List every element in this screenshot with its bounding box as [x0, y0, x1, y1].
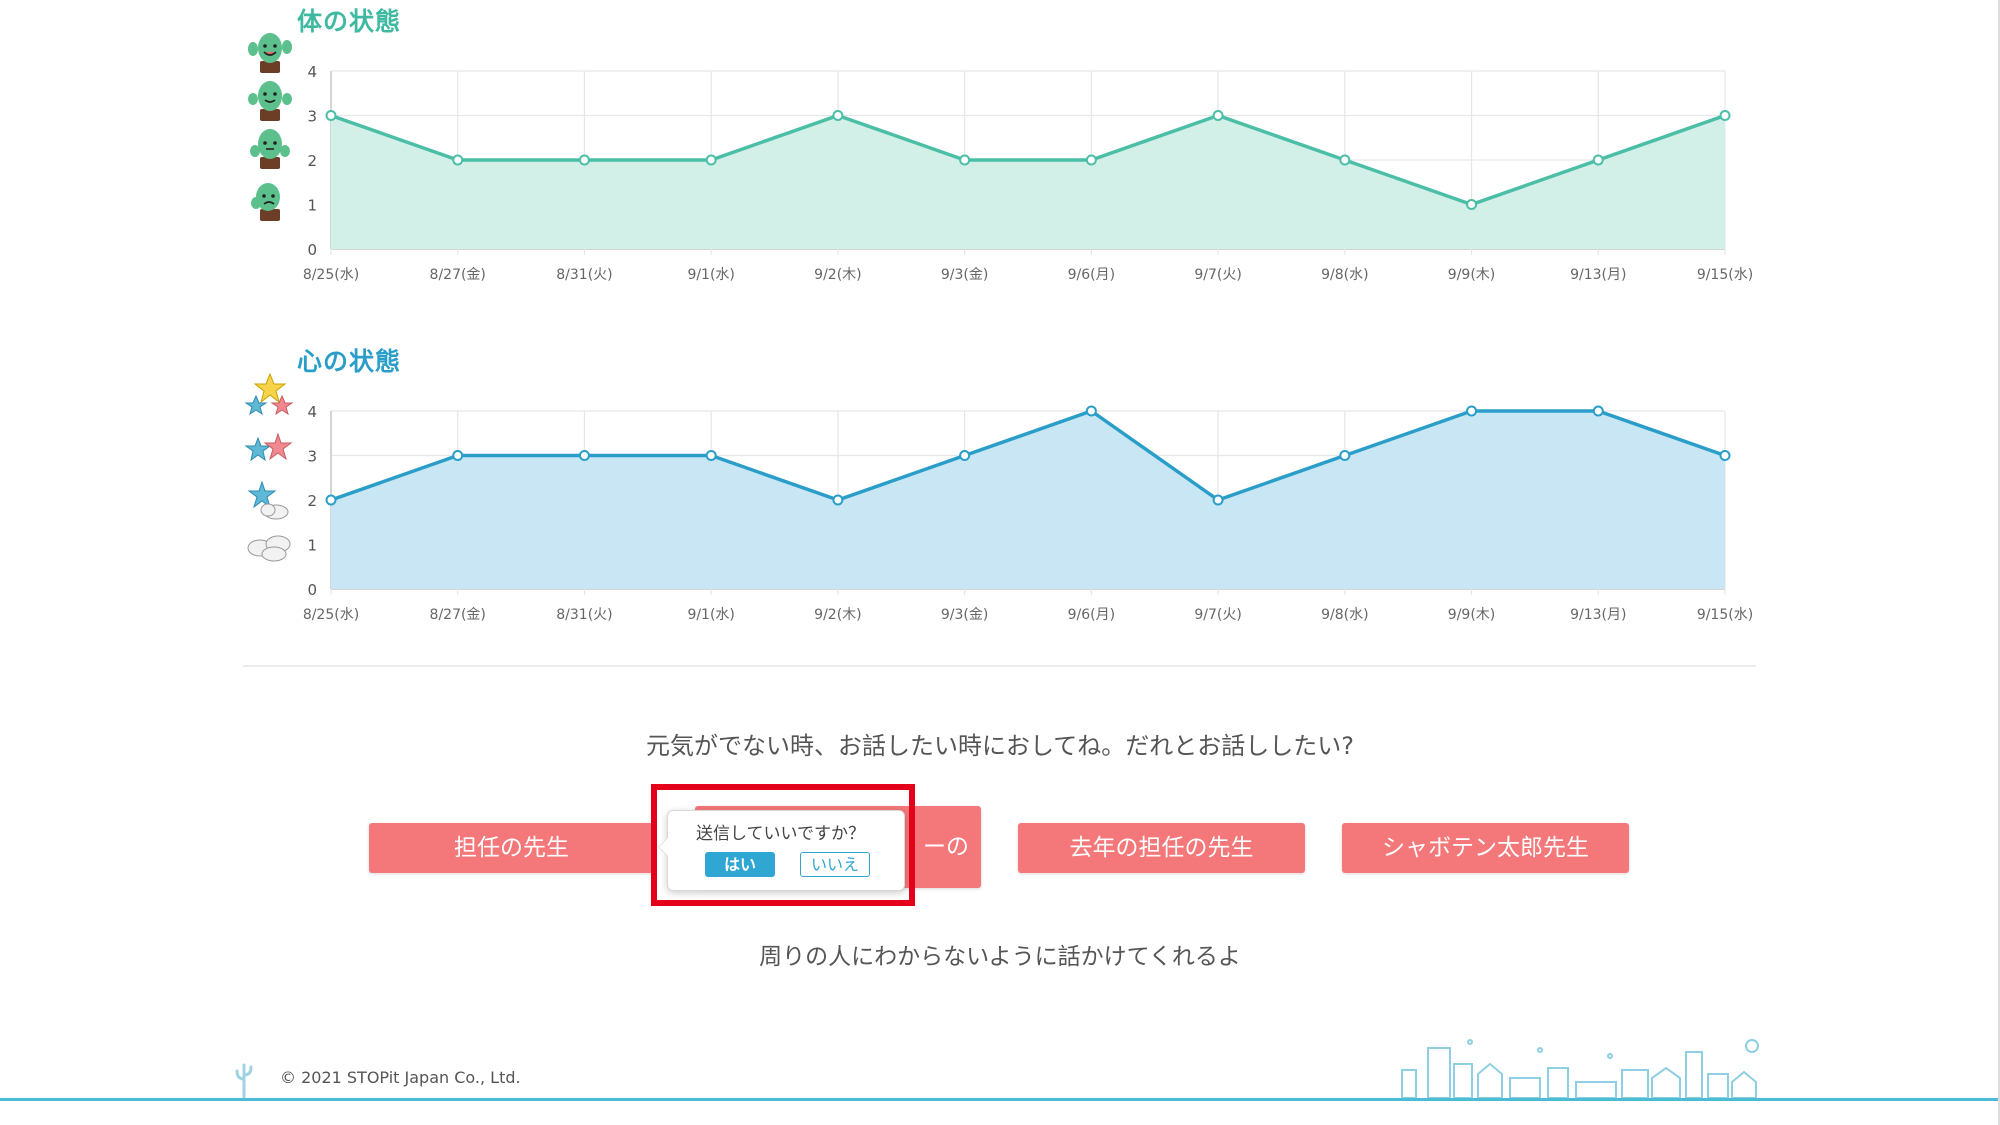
x-tick-label: 8/27(金) [430, 607, 486, 623]
privacy-note: 周りの人にわからないように話かけてくれるよ [759, 944, 1241, 970]
clouds-icon [247, 535, 291, 562]
y-tick-label: 1 [307, 537, 317, 555]
x-tick-label: 8/31(火) [556, 607, 612, 623]
x-tick-label: 9/1(水) [687, 267, 734, 283]
three-stars-icon [244, 372, 294, 416]
section-divider [243, 665, 1756, 667]
mind-icons-column [244, 372, 294, 562]
data-point[interactable] [832, 110, 844, 121]
y-tick-label: 1 [307, 197, 317, 215]
cactus-neutral-icon [250, 129, 290, 169]
x-tick-label: 9/13(月) [1570, 607, 1626, 623]
data-point[interactable] [1339, 450, 1351, 461]
data-point[interactable] [1466, 199, 1478, 210]
series-area [331, 115, 1725, 249]
x-tick-label: 9/8(水) [1321, 267, 1368, 283]
x-tick-label: 8/25(水) [303, 607, 359, 623]
data-point[interactable] [578, 154, 590, 166]
data-point[interactable] [1592, 154, 1604, 166]
data-point[interactable] [578, 450, 590, 461]
y-tick-label: 0 [307, 581, 317, 599]
homeroom-teacher-button[interactable]: 担任の先生 [369, 823, 654, 873]
footer-line [0, 1098, 2000, 1101]
data-point[interactable] [452, 154, 464, 166]
data-point[interactable] [1592, 405, 1604, 417]
x-tick-label: 9/2(木) [814, 607, 861, 623]
talk-prompt: 元気がでない時、お話したい時におしてね。だれとお話ししたい? [645, 732, 1355, 760]
x-tick-label: 9/8(水) [1321, 607, 1368, 623]
x-tick-label: 9/9(木) [1448, 607, 1495, 623]
data-point[interactable] [1085, 154, 1097, 166]
data-point[interactable] [1339, 154, 1351, 166]
data-point[interactable] [1466, 405, 1478, 417]
data-point[interactable] [1212, 110, 1224, 121]
series-area [331, 411, 1725, 589]
data-point[interactable] [832, 494, 844, 506]
x-tick-label: 9/3(金) [941, 607, 988, 623]
confirm-question: 送信していいですか？ [696, 824, 865, 844]
x-tick-label: 9/13(月) [1570, 267, 1626, 283]
data-point[interactable] [705, 154, 717, 166]
data-point[interactable] [1719, 110, 1731, 121]
x-tick-label: 9/6(月) [1068, 607, 1115, 623]
data-point[interactable] [1719, 450, 1731, 461]
x-tick-label: 9/2(木) [814, 267, 861, 283]
y-tick-label: 4 [307, 403, 317, 421]
x-tick-label: 9/7(火) [1194, 607, 1241, 623]
star-cloud-icon [247, 480, 289, 520]
x-tick-label: 9/1(水) [687, 607, 734, 623]
confirm-yes-button[interactable]: はい [705, 852, 775, 877]
cactus-sad-icon [251, 183, 280, 221]
data-point[interactable] [452, 450, 464, 461]
x-tick-label: 9/3(金) [941, 267, 988, 283]
x-tick-label: 8/27(金) [430, 267, 486, 283]
data-point[interactable] [959, 154, 971, 166]
mind-condition-chart: 0 1 2 3 4 8/25(水) 8/27(金) 8/31(火) 9/1(水) 9/2(木) 9/… [303, 403, 1753, 623]
body-icons-column [248, 33, 292, 221]
data-point[interactable] [325, 494, 337, 506]
y-tick-label: 2 [307, 152, 317, 170]
data-point[interactable] [1085, 405, 1097, 417]
confirm-popover: 送信していいですか？ はい いいえ [658, 810, 905, 891]
x-tick-label: 9/7(火) [1194, 267, 1241, 283]
popover-arrow [658, 837, 668, 857]
x-tick-label: 9/9(木) [1448, 267, 1495, 283]
x-tick-label: 9/6(月) [1068, 267, 1115, 283]
cactus-happy-icon [248, 33, 292, 73]
y-tick-label: 4 [307, 63, 317, 81]
body-condition-chart: 0 1 2 3 4 8/25(水) 8/27(金) 8/31(火) 9/1(水) 9/2(木) 9/… [303, 63, 1753, 283]
confirm-no-button[interactable]: いいえ [800, 852, 870, 877]
y-tick-label: 2 [307, 492, 317, 510]
taro-teacher-button[interactable]: シャボテン太郎先生 [1342, 823, 1629, 873]
data-point[interactable] [959, 450, 971, 461]
cactus-smile-icon [248, 81, 292, 121]
city-skyline-icon [1401, 1039, 1759, 1099]
x-tick-label: 8/31(火) [556, 267, 612, 283]
last-year-teacher-button[interactable]: 去年の担任の先生 [1018, 823, 1305, 873]
two-stars-icon [244, 432, 293, 462]
data-point[interactable] [325, 110, 337, 121]
x-tick-label: 8/25(水) [303, 267, 359, 283]
x-tick-label: 9/15(水) [1697, 607, 1753, 623]
y-tick-label: 3 [307, 448, 317, 466]
y-tick-label: 3 [307, 108, 317, 126]
y-tick-label: 0 [307, 241, 317, 259]
footer-cactus-icon [235, 1063, 253, 1099]
copyright-text: © 2021 STOPit Japan Co., Ltd. [280, 1068, 521, 1087]
x-tick-label: 9/15(水) [1697, 267, 1753, 283]
data-point[interactable] [705, 450, 717, 461]
data-point[interactable] [1212, 494, 1224, 506]
